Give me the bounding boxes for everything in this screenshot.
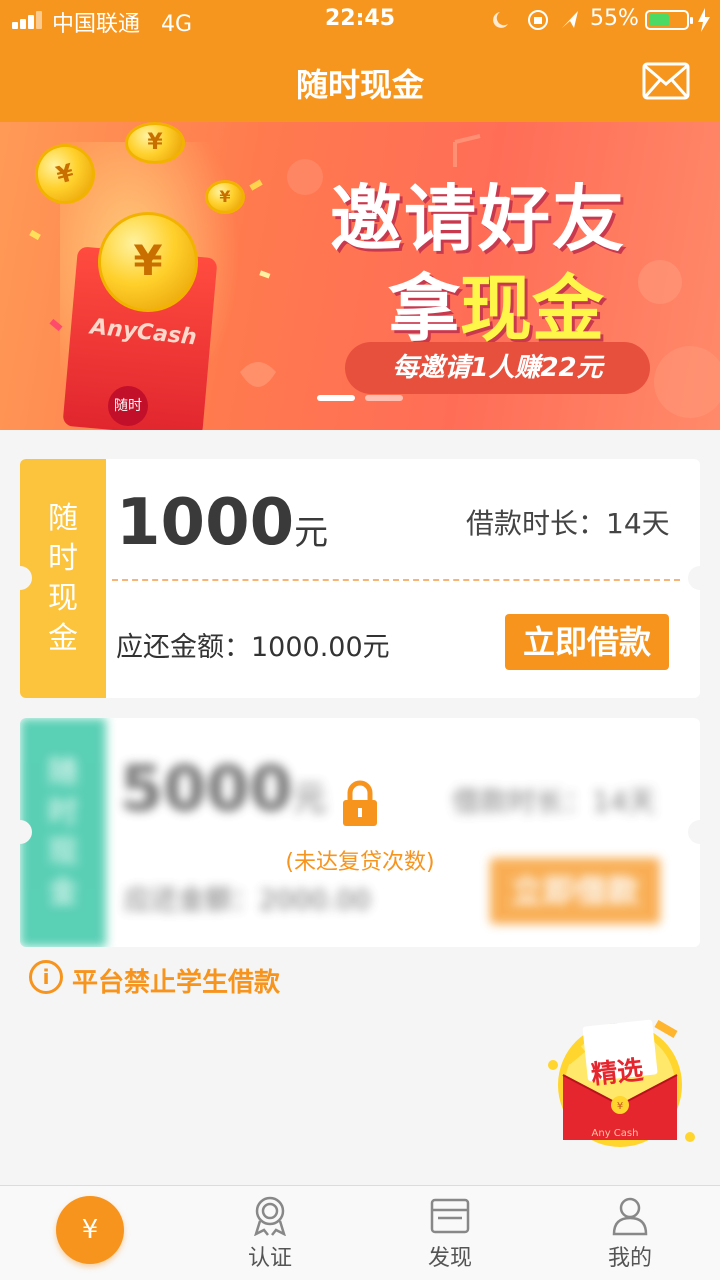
locked-amount: 5000元: [120, 752, 327, 825]
page-title: 随时现金: [295, 66, 424, 104]
locked-borrow-button: 立即借款: [490, 858, 660, 924]
loan-term: 借款时长：14天: [466, 507, 670, 540]
status-bar: 中国联通 4G 22:45 55%: [0, 0, 720, 40]
lock-reason: (未达复贷次数): [285, 850, 435, 875]
promo-brand: Any Cash: [591, 1128, 639, 1139]
info-icon: i: [29, 960, 63, 994]
loan-amount: 1000元: [116, 486, 329, 560]
user-icon: [612, 1197, 648, 1236]
coin-icon: ¥: [205, 180, 245, 214]
promo-label: 精选: [589, 1055, 645, 1091]
repay-amount: 应还金额：1000.00元: [116, 632, 390, 663]
divider: [112, 579, 680, 581]
coin-icon: ¥: [98, 212, 198, 312]
student-notice: 平台禁止学生借款: [72, 968, 281, 998]
mail-icon[interactable]: [642, 62, 690, 100]
tab-certify[interactable]: 认证: [210, 1196, 330, 1272]
yen-hand-icon: ¥: [81, 1215, 99, 1245]
promo-banner[interactable]: ¥ ¥ ¥ ¥ AnyCash 随时 邀请好友 拿现金 每邀请1人赚22元: [0, 122, 720, 430]
header: 中国联通 4G 22:45 55% 随时现金: [0, 0, 720, 122]
locked-card-side: 随 时 现 金: [20, 718, 106, 947]
lock-icon: [343, 780, 377, 826]
charging-icon: [698, 8, 710, 32]
tab-mine[interactable]: 我的: [570, 1196, 690, 1272]
pagination-dot[interactable]: [317, 395, 355, 401]
envelope-seal: 随时: [108, 386, 148, 426]
svg-text:¥: ¥: [617, 1101, 623, 1112]
status-icons: [493, 10, 578, 30]
loan-card-side: 随 时 现 金: [20, 459, 106, 698]
battery-icon: [645, 10, 693, 30]
borrow-now-button[interactable]: 立即借款: [505, 614, 669, 670]
app-screen: 中国联通 4G 22:45 55% 随时现金 ¥ ¥ ¥ ¥ AnyCash 随…: [0, 0, 720, 1280]
tab-home[interactable]: ¥: [56, 1196, 124, 1264]
battery-percent: 55%: [590, 6, 639, 31]
store-icon: [430, 1198, 470, 1234]
coin-icon: ¥: [125, 122, 185, 164]
pagination-dot[interactable]: [365, 395, 403, 401]
banner-headline-2: 拿现金: [388, 267, 605, 351]
locked-repay: 应还金额：2000.00: [124, 885, 371, 916]
banner-subtitle: 每邀请1人赚22元: [345, 342, 650, 394]
locked-term: 借款时长：14天: [452, 785, 656, 818]
tab-discover[interactable]: 发现: [390, 1196, 510, 1272]
badge-icon: [254, 1196, 286, 1236]
